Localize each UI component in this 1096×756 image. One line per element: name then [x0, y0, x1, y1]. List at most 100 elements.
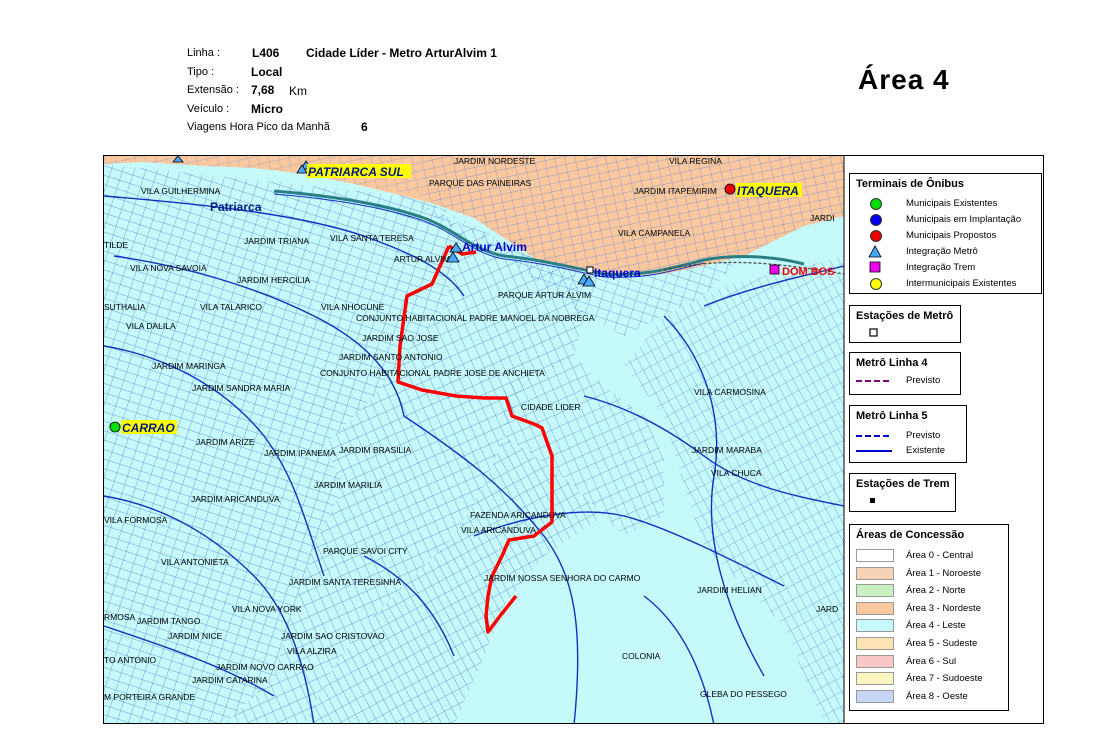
place-label: ARTUR ALVIM — [394, 254, 450, 264]
place-label: JARDIM SAO JOSE — [362, 333, 439, 343]
train-station-icon — [870, 498, 875, 503]
circle-icon — [109, 421, 121, 433]
legend-area-item: Área 8 - Oeste — [856, 689, 968, 703]
place-label: JARDIM SANTO ANTONIO — [339, 352, 443, 362]
linha-code: L406 — [252, 46, 280, 60]
legend-item: Integração Trem — [856, 261, 975, 274]
station-label: Artur Alvim — [462, 240, 527, 254]
legend-title: Metrô Linha 5 — [856, 410, 928, 422]
area-swatch — [856, 619, 894, 633]
extensao-value: 7,68 — [251, 83, 275, 97]
place-label: VILA ALZIRA — [287, 646, 337, 656]
legend-areas: Áreas de Concessão Área 0 - Central Área … — [849, 524, 1009, 711]
legend-item-label: Área 1 - Noroeste — [906, 567, 981, 579]
terminal-itaquera[interactable]: ITAQUERA — [724, 183, 802, 198]
legend-item-label: Área 2 - Norte — [906, 585, 966, 597]
circle-icon — [870, 197, 882, 210]
legend-item: Municipais Existentes — [856, 197, 997, 210]
terminal-label: CARRAO — [122, 421, 175, 435]
tipo-value: Local — [251, 65, 283, 79]
place-label: JARDIM NOVO CARRAO — [216, 662, 314, 672]
legend-area-item: Área 6 - Sul — [856, 654, 956, 668]
place-label: CIDADE LIDER — [521, 402, 581, 412]
place-label: JARDIM HELIAN — [697, 585, 762, 595]
district-label: Patriarca — [210, 200, 262, 214]
place-label: JARDIM MARINGA — [152, 361, 226, 371]
place-label: PARQUE SAVOI CITY — [323, 546, 408, 556]
place-label: VILA FORMOSA — [104, 515, 168, 525]
solid-line-icon — [856, 450, 892, 452]
legend-item-label: Municipais Propostos — [906, 230, 997, 241]
place-label: VILA ANTONIETA — [161, 557, 229, 567]
place-label: CONJUNTO HABITACIONAL PADRE MANOEL DA NO… — [356, 313, 595, 323]
place-label: PARQUE ARTUR ALVIM — [498, 290, 591, 300]
legend-item-label: Área 7 - Sudoeste — [906, 673, 983, 685]
legend-item-label: Integração Metrô — [906, 246, 978, 257]
area-swatch — [856, 584, 894, 598]
place-label: JARDIM ITAPEMIRIM — [634, 186, 717, 196]
legend-title: Terminais de Ônibus — [856, 178, 964, 190]
legend-item-label: Área 8 - Oeste — [906, 690, 968, 702]
place-label: RMOSA — [104, 612, 136, 622]
legend-title: Metrô Linha 4 — [856, 357, 928, 369]
legend-estacoes-trem: Estações de Trem — [849, 473, 956, 512]
legend-area-item: Área 0 - Central — [856, 549, 973, 562]
station-label: Itaquera — [594, 266, 641, 280]
circle-icon — [724, 183, 736, 195]
place-label: JARDIM SANDRA MARIA — [192, 383, 291, 393]
terminal-label: PATRIARCA SUL — [308, 165, 404, 179]
place-label: VILA CAMPANELA — [618, 228, 690, 238]
legend-estacoes-metro: Estações de Metrô — [849, 305, 961, 343]
veiculo-value: Micro — [251, 102, 284, 116]
legend-metro-l4: Metrô Linha 4 Previsto — [849, 352, 961, 395]
viagens-label: Viagens Hora Pico da Manhã — [187, 121, 330, 133]
extensao-label: Extensão : — [187, 84, 239, 96]
place-label: JARDIM SANTA TERESINHA — [289, 577, 401, 587]
place-label: GLEBA DO PESSEGO — [700, 689, 787, 699]
place-label: PARQUE DAS PAINEIRAS — [429, 178, 532, 188]
legend-item-label: Existente — [906, 445, 946, 456]
viagens-value: 6 — [361, 120, 368, 134]
veiculo-label: Veículo : — [187, 103, 230, 115]
place-label: JARDIM TANGO — [137, 616, 201, 626]
place-label: JARDIM IPANEMA — [264, 448, 336, 458]
place-label: VILA DALILA — [126, 321, 176, 331]
area-swatch — [856, 549, 894, 562]
legend-area-item: Área 5 - Sudeste — [856, 637, 977, 650]
place-label: VILA NOVA SAVOIA — [130, 263, 207, 273]
linha-name: Cidade Líder - Metro ArturAlvim 1 — [306, 46, 497, 60]
place-label: JARDIM MARABA — [692, 445, 762, 455]
place-label: JARDIM TRIANA — [244, 236, 309, 246]
metro-station-icon — [869, 328, 878, 337]
place-label: JARD — [816, 604, 838, 614]
area-swatch — [856, 689, 894, 703]
place-label: FAZENDA ARICANDUVA — [470, 510, 566, 520]
legend-area-item: Área 1 - Noroeste — [856, 566, 981, 580]
place-label: JARDIM HERCILIA — [237, 275, 311, 285]
legend-item: Municipais em Implantação — [856, 213, 1021, 226]
place-label: VILA CARMOSINA — [694, 387, 766, 397]
metro-station-icon — [586, 266, 594, 274]
legend-item: Intermunicipais Existentes — [856, 277, 1016, 290]
place-label: TILDE — [104, 240, 128, 250]
place-label: M PORTEIRA GRANDE — [104, 692, 195, 702]
place-label: VILA SANTA TERESA — [330, 233, 414, 243]
legend-item-label: Área 5 - Sudeste — [906, 638, 978, 649]
dashed-line-icon — [856, 435, 892, 437]
legend-title: Áreas de Concessão — [856, 529, 965, 541]
circle-icon — [870, 229, 882, 242]
legend-area-item: Área 7 - Sudoeste — [856, 672, 983, 686]
place-label: JARDI — [810, 213, 835, 223]
legend-item: Integração Metrô — [856, 245, 978, 258]
place-label: CONJUNTO HABITACIONAL PADRE JOSE DE ANCH… — [320, 368, 545, 378]
tipo-label: Tipo : — [187, 66, 215, 78]
place-label: COLONIA — [622, 651, 661, 661]
place-label: VILA CHUCA — [711, 468, 762, 478]
circle-icon — [870, 277, 882, 290]
area-swatch — [856, 637, 894, 650]
linha-label: Linha : — [187, 47, 221, 59]
legend-area-item: Área 4 - Leste — [856, 619, 966, 633]
legend-item-label: Área 3 - Nordeste — [906, 602, 981, 614]
place-label: VILA TALARICO — [200, 302, 262, 312]
place-label: JARDIM MARILIA — [314, 480, 382, 490]
